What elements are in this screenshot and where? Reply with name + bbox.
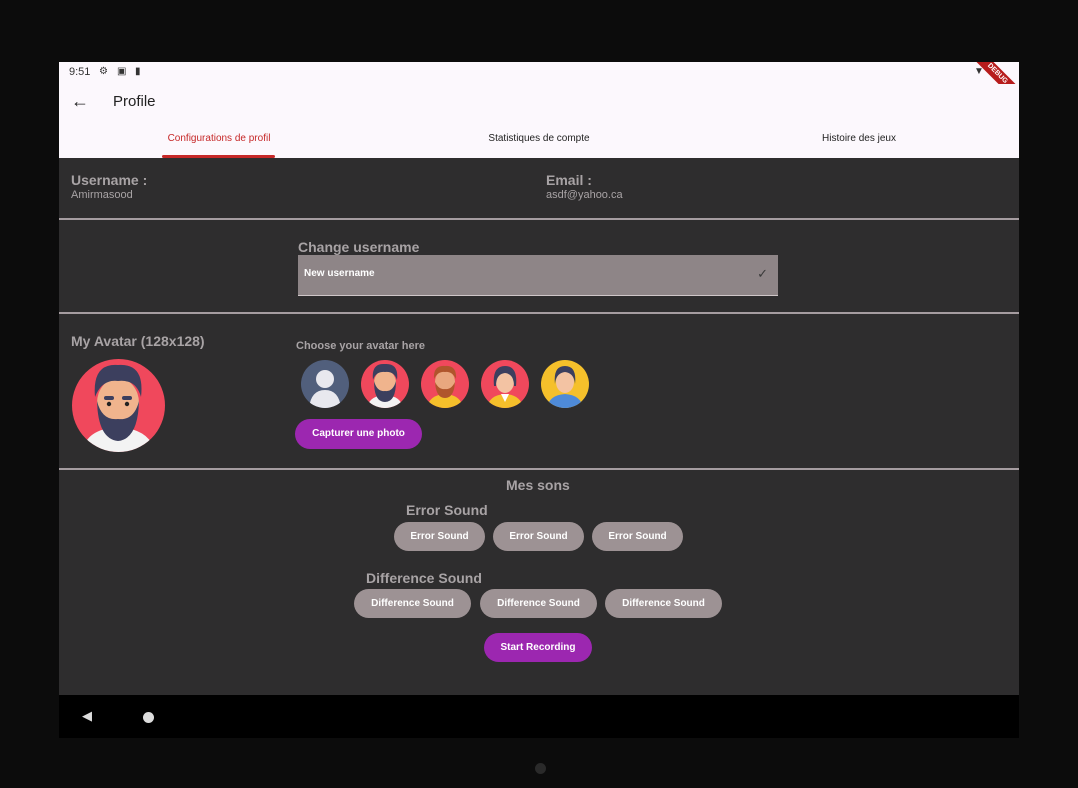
tab-indicator [162, 155, 275, 158]
my-avatar-heading: My Avatar (128x128) [71, 333, 205, 349]
status-bar: 9:51 ⚙ ▣ ▮ ▼ DEBUG [59, 62, 1019, 107]
camera-icon [535, 763, 546, 774]
tab-bar: Configurations de profil Statistiques de… [59, 120, 1019, 158]
difference-sound-button-2[interactable]: Difference Sound [480, 589, 597, 618]
back-arrow-icon[interactable]: ← [71, 91, 89, 112]
difference-sound-button-1[interactable]: Difference Sound [354, 589, 471, 618]
page-title: Profile [113, 93, 156, 110]
check-icon[interactable]: ✓ [757, 266, 768, 282]
error-sound-heading: Error Sound [406, 502, 488, 518]
settings-icon: ⚙ [99, 66, 108, 77]
difference-sound-button-3[interactable]: Difference Sound [605, 589, 722, 618]
email-value: asdf@yahoo.ca [546, 189, 623, 201]
choose-avatar-label: Choose your avatar here [296, 340, 425, 352]
sounds-heading: Mes sons [506, 477, 570, 493]
nav-home-icon[interactable] [143, 712, 154, 723]
avatar-option-woman-red-icon[interactable] [481, 360, 529, 408]
start-recording-button[interactable]: Start Recording [484, 633, 592, 662]
divider [59, 312, 1019, 314]
tab-account-stats[interactable]: Statistiques de compte [379, 120, 699, 158]
notification-icon: ▣ [117, 66, 127, 77]
change-username-heading: Change username [298, 239, 420, 255]
sd-card-icon: ▮ [135, 66, 141, 77]
avatar-option-man-yellow-icon[interactable] [421, 360, 469, 408]
device-frame: 9:51 ⚙ ▣ ▮ ▼ DEBUG ← Profile Configurati… [0, 0, 1078, 788]
username-input[interactable]: New username ✓ [298, 255, 778, 296]
app-screen: 9:51 ⚙ ▣ ▮ ▼ DEBUG ← Profile Configurati… [59, 62, 1019, 738]
system-nav-bar: ◀ [59, 695, 1019, 738]
capture-photo-button[interactable]: Capturer une photo [295, 419, 422, 449]
error-sound-button-2[interactable]: Error Sound [493, 522, 584, 551]
tab-game-history[interactable]: Histoire des jeux [699, 120, 1019, 158]
username-input-text: New username [304, 268, 375, 279]
difference-sound-heading: Difference Sound [366, 570, 482, 586]
avatar-option-default-icon[interactable] [301, 360, 349, 408]
divider [59, 468, 1019, 470]
tab-profile-config[interactable]: Configurations de profil [59, 120, 379, 158]
nav-back-icon[interactable]: ◀ [82, 708, 92, 724]
email-label: Email : [546, 172, 592, 188]
error-sound-button-3[interactable]: Error Sound [592, 522, 683, 551]
avatar-option-bearded-man-icon[interactable] [361, 360, 409, 408]
error-sound-button-1[interactable]: Error Sound [394, 522, 485, 551]
divider [59, 218, 1019, 220]
username-value: Amirmasood [71, 189, 133, 201]
app-bar: ← Profile [59, 84, 1019, 120]
avatar-option-woman-blue-icon[interactable] [541, 360, 589, 408]
username-label: Username : [71, 172, 148, 188]
status-time: 9:51 [69, 66, 91, 78]
current-avatar-icon [72, 359, 165, 452]
